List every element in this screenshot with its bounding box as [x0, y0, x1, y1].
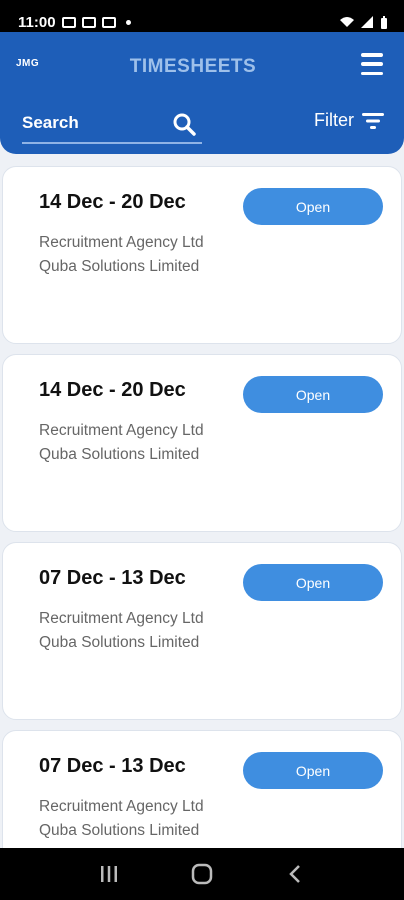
timesheet-card[interactable]: 14 Dec - 20 Dec Recruitment Agency Ltd Q…	[2, 166, 402, 344]
open-timesheet-button[interactable]: Open	[243, 376, 383, 413]
filter-icon	[362, 112, 384, 129]
timesheet-client: Quba Solutions Limited	[39, 445, 200, 463]
status-time: 11:00	[18, 13, 56, 31]
filter-label: Filter	[314, 110, 354, 130]
timesheet-date-range: 14 Dec - 20 Dec	[39, 191, 186, 213]
home-button[interactable]	[187, 859, 217, 889]
open-timesheet-button[interactable]: Open	[243, 752, 383, 789]
app-header: JMG TIMESHEETS Filter	[0, 32, 404, 154]
message-notification-icon	[101, 16, 116, 28]
back-button[interactable]	[280, 859, 310, 889]
timesheet-card[interactable]: 14 Dec - 20 Dec Recruitment Agency Ltd Q…	[2, 354, 402, 532]
timesheet-date-range: 07 Dec - 13 Dec	[39, 567, 186, 589]
recent-apps-button[interactable]	[94, 859, 124, 889]
timesheet-agency: Recruitment Agency Ltd	[39, 422, 204, 439]
battery-icon	[381, 15, 387, 29]
timesheet-details: Recruitment Agency Ltd Quba Solutions Li…	[39, 795, 219, 842]
photo-notification-icon	[81, 16, 96, 28]
notification-dot-icon	[125, 19, 131, 25]
open-timesheet-button[interactable]: Open	[243, 564, 383, 601]
search-input[interactable]	[22, 108, 162, 138]
home-icon	[191, 863, 213, 885]
back-chevron-icon	[289, 865, 301, 883]
signal-icon	[361, 16, 373, 28]
recent-apps-icon	[100, 866, 117, 882]
timesheet-client: Quba Solutions Limited	[39, 633, 200, 651]
timesheet-details: Recruitment Agency Ltd Quba Solutions Li…	[39, 231, 219, 278]
timesheet-date-range: 07 Dec - 13 Dec	[39, 755, 186, 777]
timesheet-client: Quba Solutions Limited	[39, 257, 200, 275]
gallery-notification-icon	[61, 16, 76, 28]
timesheet-card[interactable]: 07 Dec - 13 Dec Recruitment Agency Ltd Q…	[2, 542, 402, 720]
filter-button[interactable]: Filter	[314, 110, 384, 131]
system-nav-bar	[0, 848, 404, 900]
timesheet-details: Recruitment Agency Ltd Quba Solutions Li…	[39, 419, 219, 466]
timesheet-client: Quba Solutions Limited	[39, 821, 200, 839]
timesheet-agency: Recruitment Agency Ltd	[39, 610, 204, 627]
wifi-icon	[340, 17, 354, 27]
timesheet-agency: Recruitment Agency Ltd	[39, 234, 204, 251]
hamburger-menu-icon[interactable]	[361, 53, 383, 75]
open-timesheet-button[interactable]: Open	[243, 188, 383, 225]
search-icon[interactable]	[172, 112, 196, 136]
page-title: TIMESHEETS	[129, 56, 257, 77]
timesheet-agency: Recruitment Agency Ltd	[39, 798, 204, 815]
timesheet-date-range: 14 Dec - 20 Dec	[39, 379, 186, 401]
search-box	[22, 108, 202, 144]
timesheet-details: Recruitment Agency Ltd Quba Solutions Li…	[39, 607, 219, 654]
